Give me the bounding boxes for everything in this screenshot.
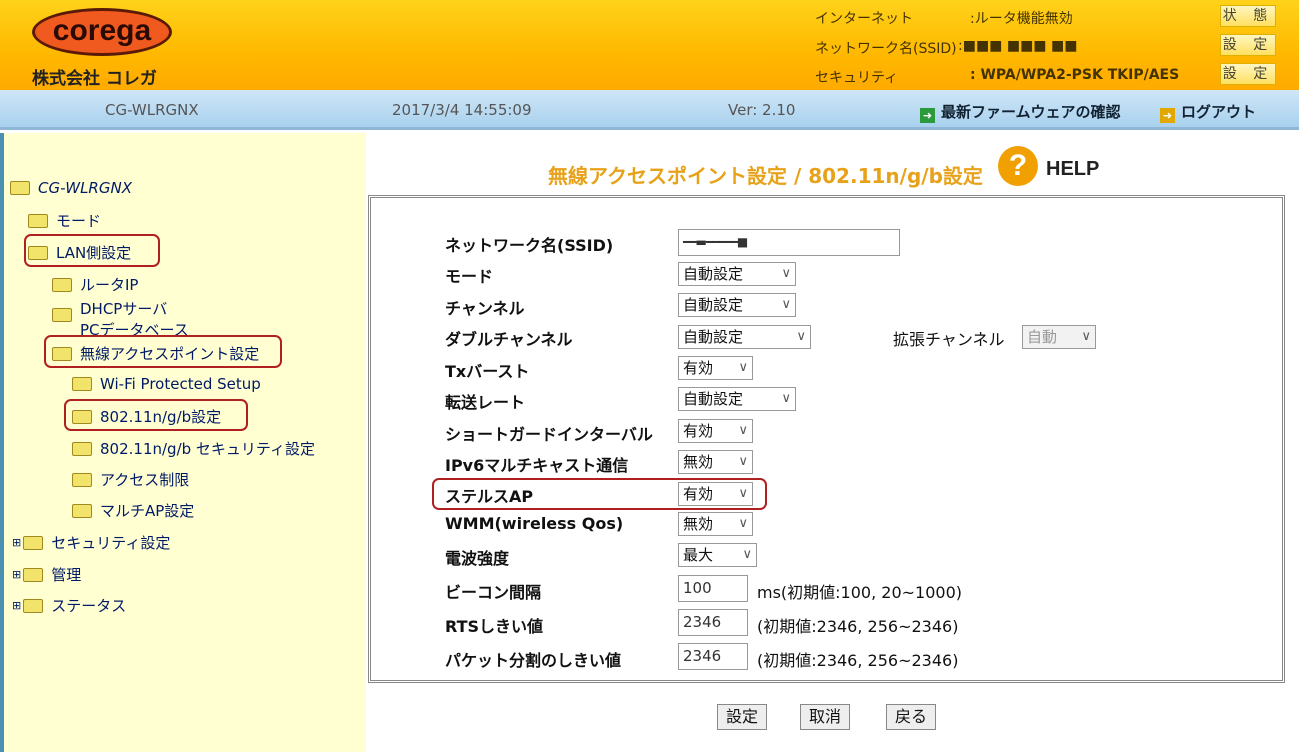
arrow-icon: ➜ [920, 108, 935, 123]
tree-label: マルチAP設定 [100, 502, 195, 520]
logout-label: ログアウト [1181, 103, 1257, 121]
wmm-label: WMM(wireless Qos) [445, 514, 624, 533]
corega-logo: corega [32, 8, 172, 56]
power-select[interactable]: 最大 [678, 543, 757, 567]
expand-icon[interactable]: ⊞ [12, 568, 21, 581]
rts-note: (初期値:2346, 256~2346) [757, 617, 959, 636]
sgi-select[interactable]: 有効 [678, 419, 753, 443]
folder-icon [28, 213, 48, 228]
tree-root[interactable]: CG-WLRGNX [10, 179, 132, 197]
security-label: セキュリティ [815, 70, 899, 86]
expand-icon[interactable]: ⊞ [12, 599, 21, 612]
double-channel-label: ダブルチャンネル [445, 330, 573, 349]
rate-label: 転送レート [445, 393, 526, 412]
tree-label: ルータIP [80, 276, 139, 294]
status-button[interactable]: 状 態 [1220, 5, 1276, 27]
rts-input[interactable]: 2346 [678, 609, 748, 636]
ext-channel-select: 自動 [1022, 325, 1096, 349]
tree-item-router-ip[interactable]: ルータIP [52, 274, 138, 295]
folder-icon [52, 308, 72, 322]
tree-label: セキュリティ設定 [51, 534, 171, 552]
tree-item-access[interactable]: アクセス制限 [72, 469, 189, 490]
tree-item-security[interactable]: ⊞ セキュリティ設定 [12, 532, 170, 553]
model-name: CG-WLRGNX [105, 101, 199, 119]
set-button[interactable]: 設定 [717, 704, 768, 730]
folder-icon [10, 181, 30, 195]
help-link[interactable]: HELP [1046, 158, 1099, 181]
tx-burst-label: Txバースト [445, 362, 530, 381]
security-settings-button[interactable]: 設 定 [1220, 63, 1276, 85]
datetime: 2017/3/4 14:55:09 [392, 101, 532, 119]
page-title: 無線アクセスポイント設定 / 802.11n/g/b設定 [548, 164, 983, 188]
internet-value: :ルータ機能無効 [970, 11, 1073, 27]
folder-icon [23, 567, 44, 582]
tree-label: CG-WLRGNX [38, 179, 132, 197]
folder-icon [72, 503, 92, 518]
firmware-check-link[interactable]: ➜ 最新ファームウェアの確認 [920, 101, 1121, 123]
ssid-label: ネットワーク名(SSID) [445, 236, 614, 255]
highlight-box [64, 399, 248, 431]
highlight-box [24, 234, 160, 267]
tx-burst-select[interactable]: 有効 [678, 356, 753, 380]
channel-select[interactable]: 自動設定 [678, 293, 796, 317]
ipv6-multicast-select[interactable]: 無効 [678, 450, 753, 474]
tree-label: 802.11n/g/b セキュリティ設定 [100, 440, 316, 458]
folder-icon [72, 441, 92, 456]
ext-channel-label: 拡張チャンネル [893, 330, 1005, 349]
expand-icon[interactable]: ⊞ [12, 536, 21, 549]
tree-item-wps[interactable]: Wi-Fi Protected Setup [72, 375, 261, 393]
tree-label: 管理 [51, 566, 82, 584]
ssid-input[interactable]: ━━▬━━━━━■ [678, 229, 900, 256]
beacon-label: ビーコン間隔 [445, 583, 542, 602]
highlight-box [44, 335, 282, 368]
help-icon[interactable]: ? [998, 146, 1038, 186]
fragment-label: パケット分割のしきい値 [445, 651, 622, 670]
arrow-icon: ➜ [1160, 108, 1175, 123]
tree-item-admin[interactable]: ⊞ 管理 [12, 564, 81, 585]
tree-label: DHCPサーバ [80, 300, 168, 318]
sidebar-tree: CG-WLRGNX モード LAN側設定 ルータIP DHCPサーバ PCデータベ… [0, 133, 366, 752]
tree-item-status[interactable]: ⊞ ステータス [12, 595, 126, 616]
ssid-value: :■■■ ■■■ ■■ [958, 38, 1078, 54]
security-value: : WPA/WPA2-PSK TKIP/AES [970, 67, 1180, 83]
header: corega 株式会社 コレガ インターネット :ルータ機能無効 ネットワーク名… [0, 0, 1299, 90]
internet-label: インターネット [815, 11, 913, 27]
tree-item-80211-security[interactable]: 802.11n/g/b セキュリティ設定 [72, 438, 315, 459]
double-channel-select[interactable]: 自動設定 [678, 325, 811, 349]
ssid-settings-button[interactable]: 設 定 [1220, 34, 1276, 56]
folder-icon [23, 598, 44, 613]
firmware-version: Ver: 2.10 [728, 101, 796, 119]
rts-label: RTSしきい値 [445, 617, 544, 636]
beacon-note: ms(初期値:100, 20~1000) [757, 583, 962, 602]
firmware-check-label: 最新ファームウェアの確認 [941, 103, 1121, 121]
tree-item-mode[interactable]: モード [28, 210, 101, 231]
power-label: 電波強度 [445, 549, 510, 568]
ipv6-multicast-label: IPv6マルチキャスト通信 [445, 456, 629, 475]
folder-icon [72, 377, 92, 391]
logout-link[interactable]: ➜ ログアウト [1160, 101, 1256, 123]
tree-label: ステータス [51, 597, 127, 615]
rate-select[interactable]: 自動設定 [678, 387, 796, 411]
cancel-button[interactable]: 取消 [800, 704, 851, 730]
fragment-note: (初期値:2346, 256~2346) [757, 651, 959, 670]
highlight-box [432, 478, 767, 510]
ssid-label: ネットワーク名(SSID) [815, 41, 957, 57]
folder-icon [52, 277, 72, 292]
wmm-select[interactable]: 無効 [678, 512, 753, 536]
mode-label: モード [445, 267, 494, 286]
info-bar: CG-WLRGNX 2017/3/4 14:55:09 Ver: 2.10 ➜ 最… [0, 90, 1299, 130]
tree-label: アクセス制限 [100, 471, 190, 489]
folder-icon [72, 472, 92, 487]
fragment-input[interactable]: 2346 [678, 643, 748, 670]
company-name: 株式会社 コレガ [32, 69, 157, 89]
tree-item-multiap[interactable]: マルチAP設定 [72, 500, 194, 521]
mode-select[interactable]: 自動設定 [678, 262, 796, 286]
back-button[interactable]: 戻る [886, 704, 937, 730]
folder-icon [23, 535, 44, 550]
channel-label: チャンネル [445, 299, 525, 318]
sgi-label: ショートガードインターバル [445, 425, 653, 444]
tree-label: Wi-Fi Protected Setup [100, 375, 261, 393]
beacon-input[interactable]: 100 [678, 575, 748, 602]
tree-label: モード [56, 212, 102, 230]
